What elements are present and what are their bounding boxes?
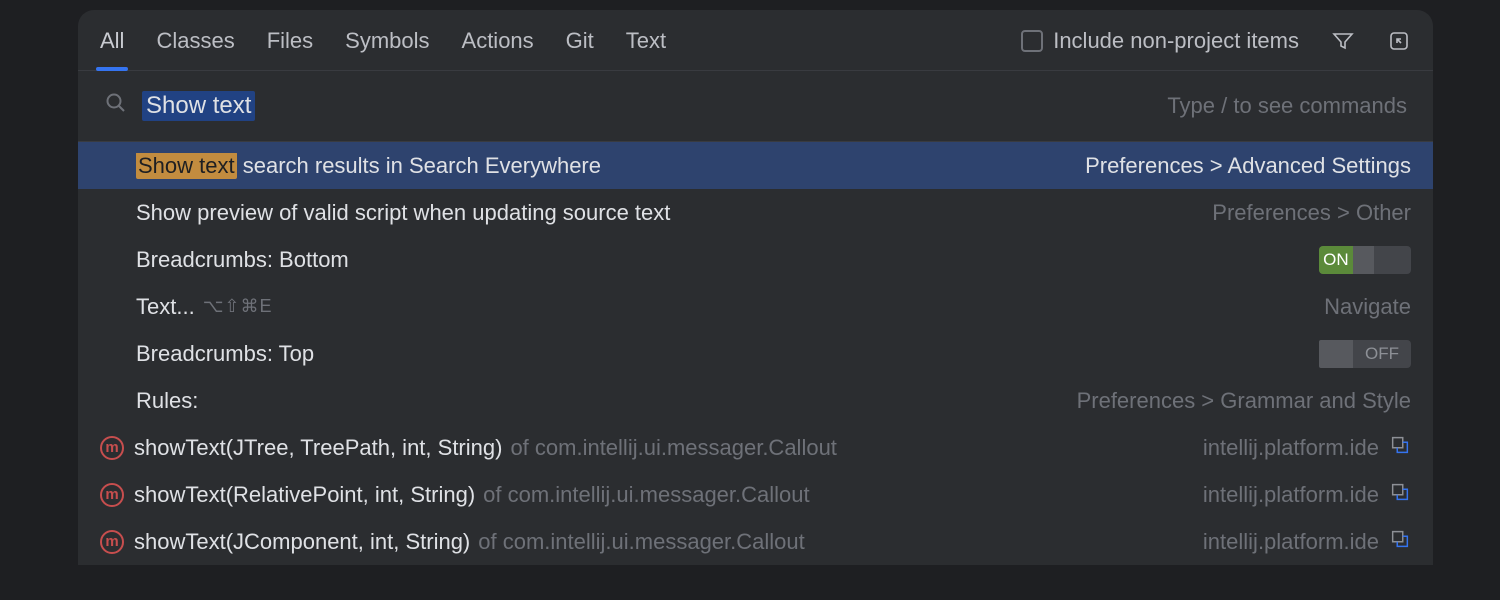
include-non-project-checkbox[interactable]: Include non-project items	[1021, 28, 1299, 70]
method-icon: m	[100, 483, 124, 507]
highlight-text: Show text	[136, 153, 237, 179]
results-list: Show text search results in Search Every…	[78, 142, 1433, 565]
include-label: Include non-project items	[1053, 28, 1299, 54]
result-text: Show preview of valid script when updati…	[136, 200, 670, 226]
toggle-on[interactable]: ON	[1319, 246, 1411, 274]
shortcut: ⌥⇧⌘E	[203, 296, 273, 317]
result-text: Breadcrumbs: Top	[136, 341, 314, 367]
result-path: Preferences > Other	[1212, 200, 1411, 226]
result-path: Preferences > Advanced Settings	[1085, 153, 1411, 179]
module-name: intellij.platform.ide	[1203, 435, 1379, 461]
tab-text[interactable]: Text	[626, 28, 666, 70]
filter-icon[interactable]	[1331, 29, 1355, 69]
toggle-label: ON	[1319, 246, 1353, 274]
module-icon	[1389, 434, 1411, 462]
result-text: Rules:	[136, 388, 198, 414]
result-row[interactable]: m showText(JComponent, int, String) of c…	[78, 518, 1433, 565]
method-icon: m	[100, 530, 124, 554]
collapse-icon[interactable]	[1387, 29, 1411, 69]
module-icon	[1389, 481, 1411, 509]
result-row[interactable]: m showText(RelativePoint, int, String) o…	[78, 471, 1433, 518]
search-hint: Type / to see commands	[1167, 93, 1407, 119]
module-icon	[1389, 528, 1411, 556]
result-row[interactable]: Text... ⌥⇧⌘E Navigate	[78, 283, 1433, 330]
tab-symbols[interactable]: Symbols	[345, 28, 429, 70]
module-name: intellij.platform.ide	[1203, 482, 1379, 508]
result-text: search results in Search Everywhere	[237, 153, 601, 178]
result-path: Preferences > Grammar and Style	[1077, 388, 1411, 414]
search-query: Show text	[142, 91, 255, 121]
result-text: Breadcrumbs: Bottom	[136, 247, 349, 273]
search-everywhere-popup: All Classes Files Symbols Actions Git Te…	[78, 10, 1433, 565]
method-class: of com.intellij.ui.messager.Callout	[483, 482, 809, 508]
toggle-off[interactable]: OFF	[1319, 340, 1411, 368]
result-row[interactable]: Rules: Preferences > Grammar and Style	[78, 377, 1433, 424]
toggle-slider	[1319, 340, 1353, 368]
method-class: of com.intellij.ui.messager.Callout	[510, 435, 836, 461]
module-name: intellij.platform.ide	[1203, 529, 1379, 555]
method-icon: m	[100, 436, 124, 460]
result-path: Navigate	[1324, 294, 1411, 320]
tab-all[interactable]: All	[100, 28, 124, 70]
tab-git[interactable]: Git	[566, 28, 594, 70]
tab-actions[interactable]: Actions	[462, 28, 534, 70]
toggle-slider	[1353, 246, 1374, 274]
result-row[interactable]: Breadcrumbs: Bottom ON	[78, 236, 1433, 283]
tab-files[interactable]: Files	[267, 28, 313, 70]
result-row[interactable]: Breadcrumbs: Top OFF	[78, 330, 1433, 377]
result-row[interactable]: m showText(JTree, TreePath, int, String)…	[78, 424, 1433, 471]
result-row[interactable]: Show preview of valid script when updati…	[78, 189, 1433, 236]
method-class: of com.intellij.ui.messager.Callout	[478, 529, 804, 555]
search-input-row[interactable]: Show text Type / to see commands	[78, 71, 1433, 141]
tabs-bar: All Classes Files Symbols Actions Git Te…	[78, 10, 1433, 71]
result-text: Text...	[136, 294, 195, 320]
method-signature: showText(JComponent, int, String)	[134, 529, 470, 555]
method-signature: showText(RelativePoint, int, String)	[134, 482, 475, 508]
method-signature: showText(JTree, TreePath, int, String)	[134, 435, 502, 461]
tab-classes[interactable]: Classes	[156, 28, 234, 70]
search-icon	[104, 91, 128, 121]
toggle-label: OFF	[1353, 344, 1411, 364]
result-row[interactable]: Show text search results in Search Every…	[78, 142, 1433, 189]
checkbox-icon	[1021, 30, 1043, 52]
